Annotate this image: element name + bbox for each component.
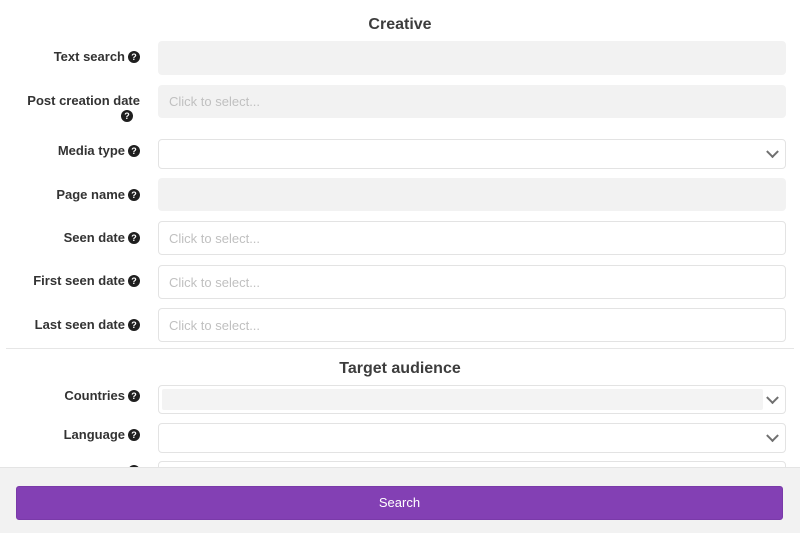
filter-scroll-area[interactable]: Creative Text search? Post creation date… [0,0,800,467]
page-name-input[interactable] [158,178,786,211]
label-first-seen-date: First seen date? [0,272,140,289]
last-seen-date-placeholder: Click to select... [169,318,260,333]
chevron-down-icon[interactable] [766,391,779,404]
label-language: Language? [0,426,140,443]
label-post-creation-date-text: Post creation date [27,93,140,108]
post-creation-date-placeholder: Click to select... [169,94,260,109]
text-search-input[interactable] [158,41,786,75]
seen-date-picker[interactable]: Click to select... [158,221,786,255]
post-creation-date-picker[interactable]: Click to select... [158,85,786,118]
media-type-select[interactable] [158,139,786,169]
language-select[interactable] [158,423,786,453]
label-countries-text: Countries [64,388,125,403]
label-last-seen-date-text: Last seen date [35,317,125,332]
section-title-creative: Creative [0,16,800,34]
search-filter-panel: Creative Text search? Post creation date… [0,0,800,533]
section-divider [6,348,794,349]
label-language-text: Language [64,427,125,442]
label-page-name: Page name? [0,186,140,203]
first-seen-date-placeholder: Click to select... [169,275,260,290]
label-media-type: Media type? [0,142,140,159]
label-post-creation-date: Post creation date ? [0,92,140,122]
label-seen-date-text: Seen date [64,230,125,245]
label-last-seen-date: Last seen date? [0,316,140,333]
help-icon[interactable]: ? [128,275,140,287]
chevron-down-icon[interactable] [766,429,779,442]
help-icon[interactable]: ? [128,390,140,402]
label-text-search: Text search? [0,48,140,65]
label-seen-date: Seen date? [0,229,140,246]
section-title-target-audience: Target audience [0,360,800,378]
chevron-down-icon[interactable] [766,145,779,158]
label-countries: Countries? [0,387,140,404]
seen-date-placeholder: Click to select... [169,231,260,246]
footer-bar: Search [0,467,800,533]
first-seen-date-picker[interactable]: Click to select... [158,265,786,299]
label-text-search-text: Text search [54,49,125,64]
countries-selected-area[interactable] [162,389,763,410]
countries-select[interactable] [158,385,786,414]
label-media-type-text: Media type [58,143,125,158]
search-button[interactable]: Search [16,486,783,520]
help-icon[interactable]: ? [128,51,140,63]
help-icon[interactable]: ? [128,319,140,331]
label-page-name-text: Page name [56,187,125,202]
help-icon[interactable]: ? [128,189,140,201]
help-icon[interactable]: ? [128,232,140,244]
help-icon[interactable]: ? [128,145,140,157]
help-icon[interactable]: ? [128,429,140,441]
help-icon[interactable]: ? [121,110,133,122]
last-seen-date-picker[interactable]: Click to select... [158,308,786,342]
label-first-seen-date-text: First seen date [33,273,125,288]
